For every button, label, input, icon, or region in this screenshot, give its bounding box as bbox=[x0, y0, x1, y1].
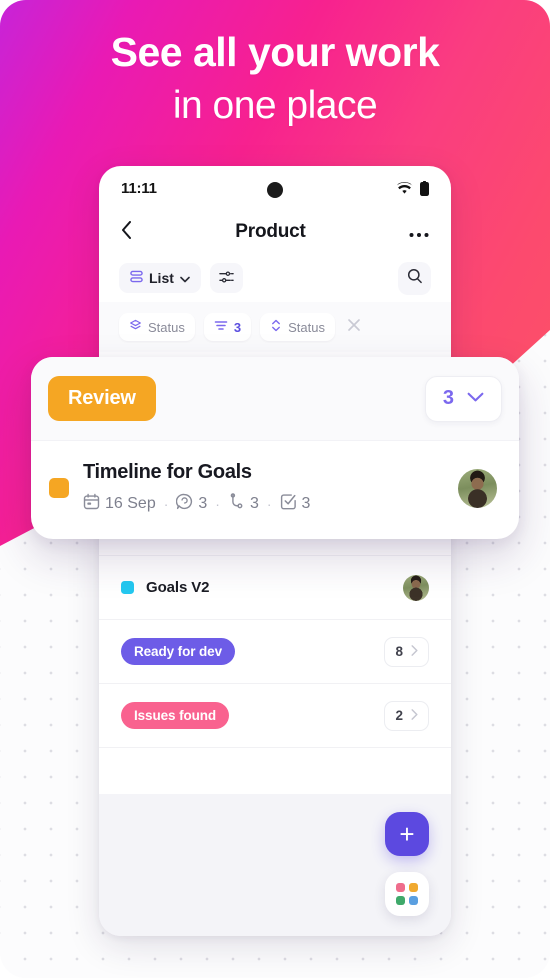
status-bar: 11:11 bbox=[99, 166, 451, 210]
subtask-icon bbox=[228, 493, 245, 515]
search-icon bbox=[407, 268, 423, 289]
list-view-icon bbox=[130, 270, 143, 286]
sort-icon bbox=[270, 319, 282, 335]
group-count-button[interactable]: 8 bbox=[384, 636, 429, 667]
status-badge[interactable]: Review bbox=[48, 376, 156, 421]
status-badge: Ready for dev bbox=[121, 638, 235, 665]
wifi-icon bbox=[396, 181, 413, 195]
filter-chip-count-value: 3 bbox=[233, 319, 242, 335]
task-color-swatch bbox=[49, 478, 69, 498]
featured-card-body: Timeline for Goals 16 Sep · 3 · 3 · 3 bbox=[31, 441, 519, 539]
task-title: Timeline for Goals bbox=[83, 461, 252, 483]
featured-count-value: 3 bbox=[442, 387, 454, 409]
filter-chip-label: Status bbox=[288, 319, 325, 335]
filter-chip-sort-status[interactable]: Status bbox=[260, 313, 335, 341]
meta-subtasks-value: 3 bbox=[249, 495, 259, 512]
front-camera-dot-icon bbox=[267, 182, 283, 198]
layers-icon bbox=[129, 319, 142, 335]
chevron-down-icon bbox=[180, 270, 190, 286]
app-navbar: Product bbox=[99, 210, 451, 254]
meta-comments[interactable]: 3 bbox=[176, 493, 207, 515]
filter-bar: Status 3 Status bbox=[99, 302, 451, 352]
apps-button[interactable] bbox=[385, 872, 429, 916]
meta-subtasks[interactable]: 3 bbox=[228, 493, 259, 515]
filter-icon bbox=[214, 319, 228, 335]
avatar bbox=[403, 574, 429, 601]
meta-due-date-value: 16 Sep bbox=[105, 495, 156, 512]
comment-icon bbox=[176, 493, 193, 515]
view-settings-button[interactable] bbox=[209, 263, 243, 293]
task-title: Goals V2 bbox=[146, 579, 210, 596]
chevron-left-icon bbox=[121, 220, 132, 244]
checklist-icon bbox=[280, 493, 297, 515]
promo-screenshot: See all your work in one place 11:11 Pro… bbox=[0, 0, 550, 978]
filter-chip-group-status[interactable]: Status bbox=[119, 313, 195, 341]
status-bar-time: 11:11 bbox=[121, 179, 157, 197]
group-count-value: 2 bbox=[395, 708, 403, 723]
headline-line-2: in one place bbox=[172, 84, 378, 127]
page-title: See all your work in one place bbox=[0, 26, 550, 132]
add-task-button[interactable]: + bbox=[385, 812, 429, 856]
meta-due-date[interactable]: 16 Sep bbox=[83, 493, 156, 515]
task-meta-row: 16 Sep · 3 · 3 · 3 bbox=[83, 493, 444, 515]
view-selector-label: List bbox=[149, 270, 174, 286]
filter-chip-label: Status bbox=[148, 319, 185, 335]
table-row[interactable]: Goals V2 bbox=[99, 556, 451, 620]
clear-filters-button[interactable] bbox=[344, 317, 361, 337]
back-button[interactable] bbox=[121, 220, 132, 244]
meta-separator: · bbox=[215, 496, 220, 512]
plus-icon: + bbox=[399, 819, 415, 849]
calendar-icon bbox=[83, 493, 100, 515]
meta-separator: · bbox=[163, 496, 169, 512]
featured-task-card[interactable]: Review 3 Timeline for Goals 16 Sep · 3 ·… bbox=[31, 357, 519, 539]
apps-grid-icon bbox=[396, 883, 418, 905]
status-group-issues-found[interactable]: Issues found 2 bbox=[99, 684, 451, 748]
group-count-button[interactable]: 2 bbox=[384, 700, 429, 731]
filter-chip-count[interactable]: 3 bbox=[203, 313, 252, 341]
close-icon bbox=[347, 317, 361, 336]
featured-task-main: Timeline for Goals 16 Sep · 3 · 3 · 3 bbox=[83, 461, 444, 515]
group-count-value: 8 bbox=[395, 644, 403, 659]
chevron-right-icon bbox=[411, 644, 418, 659]
meta-comments-value: 3 bbox=[198, 495, 208, 512]
view-selector-list[interactable]: List bbox=[119, 263, 201, 293]
meta-separator: · bbox=[266, 496, 272, 512]
battery-icon bbox=[420, 180, 429, 196]
status-badge: Issues found bbox=[121, 702, 230, 729]
more-horizontal-icon bbox=[409, 226, 429, 238]
search-button[interactable] bbox=[398, 261, 431, 295]
more-options-button[interactable] bbox=[409, 226, 429, 238]
headline-line-1: See all your work bbox=[110, 29, 440, 75]
meta-checklist-value: 3 bbox=[301, 495, 311, 512]
meta-checklist[interactable]: 3 bbox=[280, 493, 311, 515]
phone-bottom-area: + bbox=[99, 794, 451, 936]
phone-mockup: 11:11 Product List Status 3 Status Goals… bbox=[99, 166, 451, 936]
task-color-swatch bbox=[121, 581, 134, 594]
chevron-down-icon bbox=[467, 390, 484, 408]
avatar[interactable] bbox=[458, 468, 497, 508]
status-group-ready-for-dev[interactable]: Ready for dev 8 bbox=[99, 620, 451, 684]
status-bar-indicators bbox=[396, 180, 429, 196]
sliders-icon bbox=[219, 270, 234, 287]
chevron-right-icon bbox=[411, 708, 418, 723]
featured-card-header: Review 3 bbox=[31, 357, 519, 441]
navbar-title: Product bbox=[235, 221, 306, 242]
featured-count-button[interactable]: 3 bbox=[424, 375, 502, 422]
view-toolbar: List bbox=[99, 254, 451, 302]
